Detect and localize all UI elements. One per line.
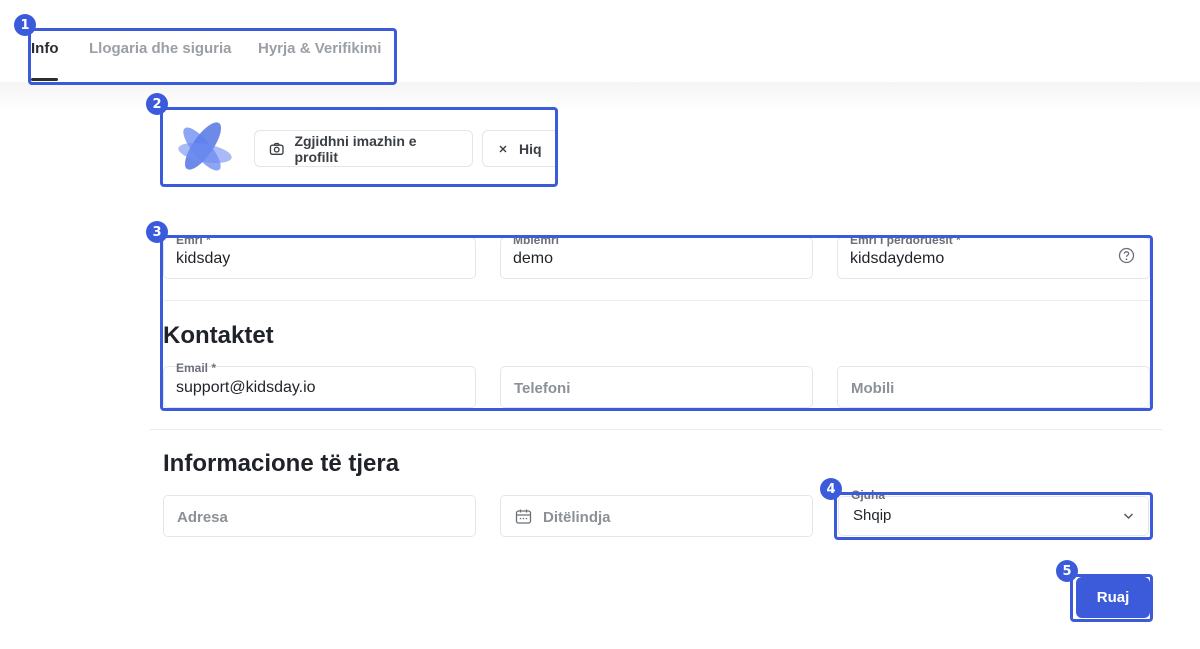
other-info-title: Informacione të tjera: [163, 450, 400, 477]
choose-profile-image-label: Zgjidhni imazhin e profilit: [294, 132, 417, 165]
remove-image-button[interactable]: Hiq: [482, 130, 556, 167]
annotation-badge: 5: [1056, 560, 1078, 582]
active-tab-indicator: [31, 78, 58, 81]
tabs-shade: [0, 82, 1200, 112]
remove-image-label: Hiq: [519, 140, 542, 157]
language-label: Gjuha: [851, 488, 886, 502]
chevron-down-icon: [1123, 513, 1134, 520]
birthday-placeholder: Ditëlindja: [543, 509, 611, 526]
phone-field[interactable]: Telefoni: [500, 366, 813, 408]
save-button[interactable]: Ruaj: [1076, 577, 1150, 618]
last-name-field[interactable]: Mbiemri demo: [500, 233, 813, 279]
address-field[interactable]: Adresa: [163, 495, 476, 537]
help-circle-icon[interactable]: [1118, 247, 1135, 264]
calendar-icon: [515, 509, 532, 524]
birthday-field[interactable]: Ditëlindja: [500, 495, 813, 537]
address-placeholder: Adresa: [177, 509, 228, 526]
first-name-label: Emri *: [176, 233, 211, 247]
annotation-badge: 2: [146, 93, 168, 115]
username-field[interactable]: Emri i përdoruesit * kidsdaydemo: [837, 233, 1150, 279]
language-select[interactable]: Gjuha Shqip: [838, 488, 1149, 536]
first-name-field[interactable]: Emri * kidsday: [163, 233, 476, 279]
email-label: Email *: [176, 361, 217, 375]
choose-profile-image-button[interactable]: Zgjidhni imazhin e profilit: [254, 130, 473, 167]
tab-account-security[interactable]: Llogaria dhe siguria: [89, 40, 232, 57]
last-name-value: demo: [513, 250, 554, 267]
username-value: kidsdaydemo: [850, 250, 945, 267]
contacts-title: Kontaktet: [163, 322, 274, 349]
divider: [163, 300, 1151, 301]
username-label: Emri i përdoruesit *: [850, 233, 961, 247]
annotation-badge: 3: [146, 221, 168, 243]
tab-login-verification[interactable]: Hyrja & Verifikimi: [258, 40, 381, 57]
email-value: support@kidsday.io: [176, 379, 316, 396]
divider: [150, 429, 1162, 430]
last-name-label: Mbiemri: [513, 233, 560, 247]
tab-info[interactable]: Info: [31, 40, 59, 57]
avatar: [178, 122, 232, 171]
email-field[interactable]: Email * support@kidsday.io: [163, 361, 476, 408]
language-value: Shqip: [853, 507, 892, 524]
close-icon: [499, 145, 507, 152]
annotation-badge: 1: [14, 14, 36, 36]
annotation-badge: 4: [820, 478, 842, 500]
mobile-field[interactable]: Mobili: [837, 366, 1150, 408]
camera-icon: [269, 142, 284, 155]
mobile-placeholder: Mobili: [851, 380, 895, 397]
phone-placeholder: Telefoni: [514, 380, 571, 397]
first-name-value: kidsday: [176, 250, 231, 267]
